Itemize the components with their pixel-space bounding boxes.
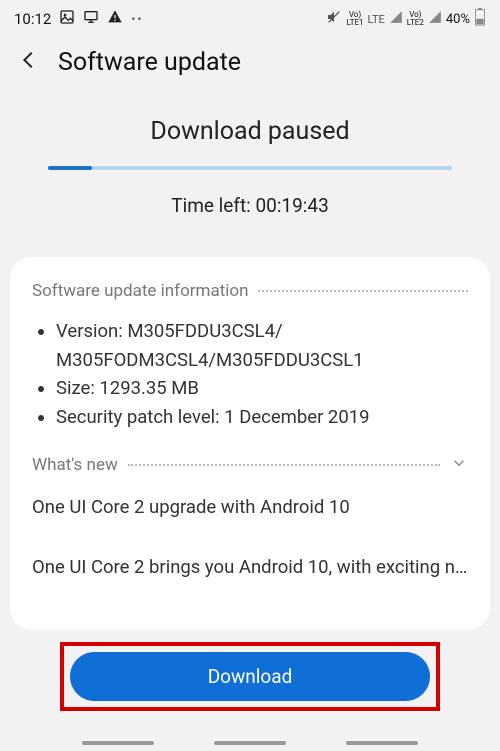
dotted-line bbox=[258, 290, 468, 292]
progress-fill bbox=[48, 166, 92, 170]
whatsnew-line-2: One UI Core 2 brings you Android 10, wit… bbox=[32, 553, 468, 582]
whatsnew-heading: What's new bbox=[32, 455, 118, 475]
info-security: Security patch level: 1 December 2019 bbox=[56, 403, 468, 432]
update-info-card: Software update information Version: M30… bbox=[10, 257, 490, 630]
whatsnew-line-1: One UI Core 2 upgrade with Android 10 bbox=[32, 493, 468, 522]
nav-back[interactable] bbox=[346, 741, 418, 745]
image-icon bbox=[59, 9, 75, 29]
signal-icon-2 bbox=[428, 10, 442, 28]
download-button[interactable]: Download bbox=[70, 652, 430, 701]
progress-block: Download paused Time left: 00:19:43 bbox=[0, 97, 500, 257]
progress-bar bbox=[48, 166, 452, 170]
sim1-indicator: Vo) LTE1 bbox=[346, 11, 363, 27]
more-dots-icon: •• bbox=[131, 12, 143, 26]
info-size: Size: 1293.35 MB bbox=[56, 374, 468, 403]
mute-icon bbox=[326, 9, 342, 29]
info-version: Version: M305FDDU3CSL4/ M305FODM3CSL4/M3… bbox=[56, 317, 468, 374]
sim2-indicator: Vo) LTE2 bbox=[407, 11, 424, 27]
battery-icon bbox=[474, 8, 486, 30]
header: Software update bbox=[0, 34, 500, 97]
info-heading: Software update information bbox=[32, 281, 248, 301]
footer: Download bbox=[0, 642, 500, 751]
nav-bar bbox=[0, 731, 500, 751]
time-left-text: Time left: 00:19:43 bbox=[24, 194, 476, 217]
nav-recents[interactable] bbox=[82, 741, 154, 745]
dotted-line bbox=[128, 464, 440, 466]
warning-icon bbox=[107, 9, 123, 29]
signal-icon-1 bbox=[389, 10, 403, 28]
chevron-down-icon[interactable] bbox=[450, 454, 468, 477]
info-heading-row: Software update information bbox=[32, 281, 468, 301]
page-title: Software update bbox=[58, 48, 241, 77]
download-status-text: Download paused bbox=[24, 117, 476, 146]
net-label: LTE bbox=[368, 13, 385, 26]
monitor-icon bbox=[83, 9, 99, 29]
status-time: 10:12 bbox=[14, 10, 51, 28]
status-bar: 10:12 •• Vo) LTE1 LTE Vo) LTE2 40% bbox=[0, 0, 500, 34]
info-list: Version: M305FDDU3CSL4/ M305FODM3CSL4/M3… bbox=[32, 317, 468, 432]
nav-home[interactable] bbox=[214, 741, 286, 745]
download-highlight-box: Download bbox=[60, 642, 440, 711]
whatsnew-heading-row[interactable]: What's new bbox=[32, 454, 468, 477]
whatsnew-body: One UI Core 2 upgrade with Android 10 On… bbox=[32, 493, 468, 582]
battery-pct: 40% bbox=[446, 12, 470, 27]
back-icon[interactable] bbox=[18, 49, 40, 77]
